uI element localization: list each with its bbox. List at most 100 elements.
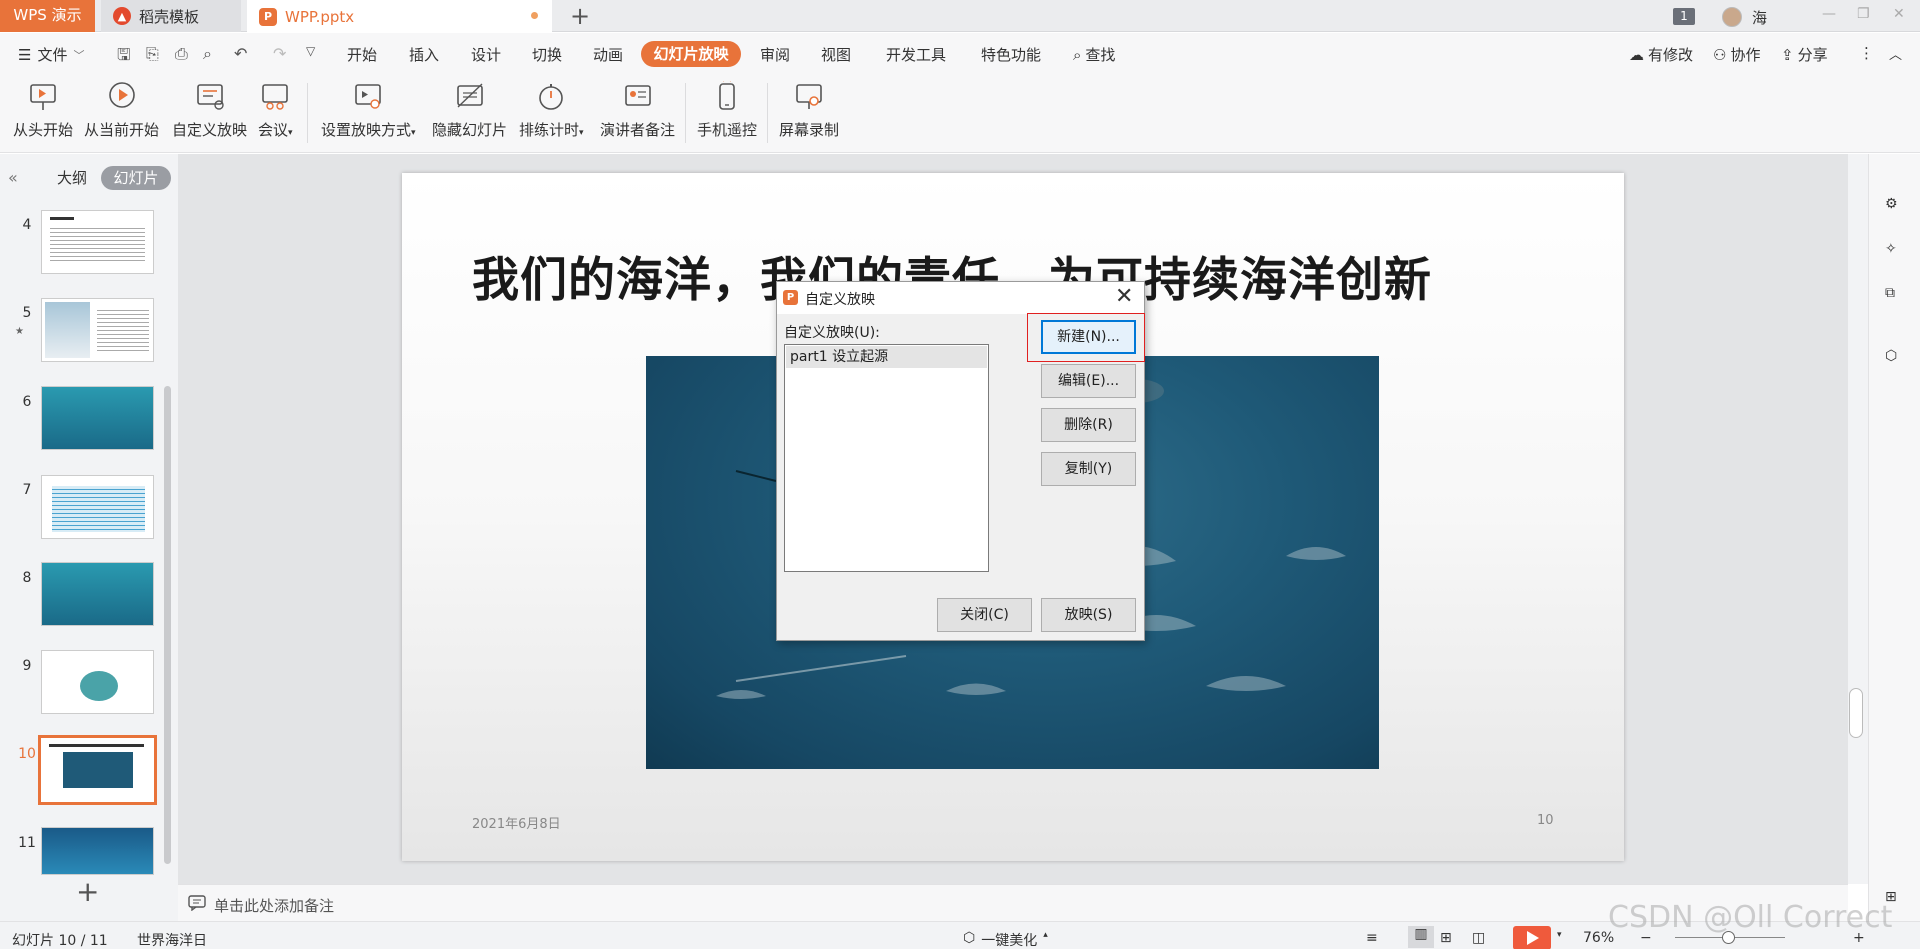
- cube-icon[interactable]: ⬡: [1885, 348, 1905, 368]
- edit-show-button[interactable]: 编辑(E)...: [1041, 364, 1136, 398]
- unsaved-dot-icon: [531, 12, 538, 19]
- show-button[interactable]: 放映(S): [1041, 598, 1136, 632]
- play-from-start-button[interactable]: 从头开始: [13, 81, 73, 140]
- menu-home[interactable]: 开始: [347, 44, 377, 65]
- star-effects-icon[interactable]: ✧: [1885, 241, 1905, 261]
- custom-show-list[interactable]: part1 设立起源: [784, 344, 989, 572]
- app-tab[interactable]: WPS 演示: [0, 0, 95, 32]
- copy-show-button[interactable]: 复制(Y): [1041, 452, 1136, 486]
- slide-thumbnail[interactable]: [41, 475, 154, 539]
- phone-remote-button[interactable]: 手机遥控: [697, 81, 757, 140]
- slide-thumbnail-active[interactable]: [38, 735, 157, 805]
- reading-view-icon[interactable]: ◫: [1472, 930, 1485, 946]
- delete-show-button[interactable]: 删除(R): [1041, 408, 1136, 442]
- beautify-label: 一键美化: [981, 933, 1038, 949]
- tab-docer-templates[interactable]: ▲ 稻壳模板: [101, 0, 241, 32]
- menu-animation[interactable]: 动画: [593, 44, 623, 65]
- rehearse-timing-button[interactable]: 排练计时▾: [519, 81, 584, 140]
- beautify-button[interactable]: ⬡ 一键美化 ▴: [963, 930, 1048, 949]
- notes-area[interactable]: 单击此处添加备注: [178, 884, 1848, 921]
- screen-record-button[interactable]: 屏幕录制: [779, 81, 839, 140]
- menu-design[interactable]: 设计: [471, 44, 501, 65]
- custom-show-list-label: 自定义放映(U):: [784, 325, 880, 341]
- window-close-icon[interactable]: ✕: [1893, 6, 1905, 22]
- ribbon-divider: [307, 83, 308, 143]
- cube-beautify-icon: ⬡: [963, 930, 976, 946]
- hide-slide-icon: [456, 83, 483, 108]
- search-icon: ⌕: [1073, 45, 1082, 64]
- slide-thumbnail[interactable]: [41, 298, 154, 362]
- save-icon[interactable]: 🖫: [117, 44, 131, 71]
- new-tab-plus-icon[interactable]: +: [570, 3, 590, 29]
- dialog-title: 自定义放映: [805, 292, 875, 308]
- list-item[interactable]: part1 设立起源: [786, 346, 987, 368]
- more-options-icon[interactable]: ⋮: [1859, 44, 1874, 62]
- user-avatar[interactable]: [1722, 7, 1742, 27]
- tab-wpp-pptx[interactable]: P WPP.pptx: [247, 0, 552, 33]
- print-icon[interactable]: ⎙: [175, 44, 188, 64]
- canvas-scrollbar[interactable]: [1848, 154, 1868, 884]
- format-painter-icon[interactable]: ⎘: [146, 44, 159, 64]
- custom-show-button[interactable]: 自定义放映: [172, 81, 247, 140]
- play-dropdown-icon[interactable]: ▾: [1557, 930, 1562, 940]
- normal-view-icon[interactable]: ▥: [1408, 926, 1434, 948]
- play-slideshow-button[interactable]: [1513, 926, 1551, 949]
- window-count-badge[interactable]: 1: [1673, 8, 1695, 25]
- theme-name[interactable]: 世界海洋日: [137, 930, 207, 949]
- menu-developer[interactable]: 开发工具: [886, 44, 946, 65]
- comment-icon: [188, 895, 206, 911]
- slide-number: 10: [18, 746, 36, 762]
- setup-show-button[interactable]: 设置放映方式▾: [321, 81, 416, 140]
- collab-button[interactable]: ⚇ 协作: [1713, 44, 1760, 65]
- share-icon: ⇪: [1781, 45, 1794, 64]
- slide-thumbnail[interactable]: [41, 562, 154, 626]
- share-button[interactable]: ⇪ 分享: [1781, 44, 1828, 65]
- menu-slideshow[interactable]: 幻灯片放映: [641, 41, 741, 67]
- notes-placeholder[interactable]: 单击此处添加备注: [214, 895, 334, 916]
- quick-access-dropdown-icon[interactable]: ▽: [306, 44, 315, 58]
- collapse-ribbon-icon[interactable]: ︿: [1889, 44, 1902, 63]
- slide-thumbnail[interactable]: [41, 827, 154, 875]
- slide-thumbnail[interactable]: [41, 210, 154, 274]
- print-preview-icon[interactable]: ⌕: [203, 44, 212, 64]
- dropdown-arrow-icon: ▾: [411, 128, 416, 138]
- slide-date: 2021年6月8日: [472, 817, 561, 832]
- slide-thumbnail[interactable]: [41, 386, 154, 450]
- slide-thumbnail-panel: « 大纲 幻灯片 4 5 ★ 6 7 8 9 10 11 +: [0, 154, 178, 921]
- slide-thumbnail[interactable]: [41, 650, 154, 714]
- user-name[interactable]: 海: [1752, 7, 1767, 28]
- menu-view[interactable]: 视图: [821, 44, 851, 65]
- slide-sorter-icon[interactable]: ⊞: [1440, 930, 1452, 946]
- search-button[interactable]: ⌕ 查找: [1073, 44, 1115, 65]
- hide-slide-button[interactable]: 隐藏幻灯片: [432, 81, 507, 140]
- undo-icon[interactable]: ↶: [234, 44, 247, 63]
- copy-layers-icon[interactable]: ⧉: [1885, 285, 1905, 305]
- collapse-panel-icon[interactable]: «: [8, 168, 18, 187]
- notes-toggle-icon[interactable]: ≡: [1366, 930, 1378, 946]
- restore-icon[interactable]: ❐: [1857, 6, 1870, 22]
- play-current-button[interactable]: 从当前开始: [84, 81, 159, 140]
- sliders-icon[interactable]: ⚙: [1885, 196, 1905, 216]
- modified-button[interactable]: ☁ 有修改: [1629, 44, 1693, 65]
- tab-outline[interactable]: 大纲: [50, 166, 94, 190]
- close-button[interactable]: 关闭(C): [937, 598, 1032, 632]
- phone-remote-icon: [719, 81, 735, 110]
- panel-scrollbar[interactable]: [164, 386, 171, 864]
- menu-review[interactable]: 审阅: [760, 44, 790, 65]
- meeting-button[interactable]: 会议▾: [258, 81, 293, 140]
- tab-slides[interactable]: 幻灯片: [101, 166, 171, 190]
- ribbon-toolbar: 从头开始 从当前开始 自定义放映 会议▾ 设置放映方式▾ 隐藏幻灯片 排练计时▾…: [0, 75, 1920, 153]
- file-menu[interactable]: ☰ 文件 ﹀: [18, 44, 84, 65]
- dialog-close-icon[interactable]: ✕: [1115, 284, 1133, 310]
- menu-features[interactable]: 特色功能: [981, 44, 1041, 65]
- canvas-scroll-thumb[interactable]: [1849, 688, 1863, 738]
- dialog-titlebar[interactable]: P 自定义放映 ✕: [777, 282, 1144, 314]
- menu-transition[interactable]: 切换: [532, 44, 562, 65]
- redo-icon[interactable]: ↷: [273, 44, 286, 63]
- add-slide-icon[interactable]: +: [76, 878, 99, 906]
- speaker-notes-button[interactable]: 演讲者备注: [600, 81, 675, 140]
- minimize-icon[interactable]: —: [1822, 6, 1836, 22]
- menu-insert[interactable]: 插入: [409, 44, 439, 65]
- collab-label: 协作: [1730, 46, 1761, 64]
- ribbon-label: 设置放映方式▾: [321, 119, 416, 140]
